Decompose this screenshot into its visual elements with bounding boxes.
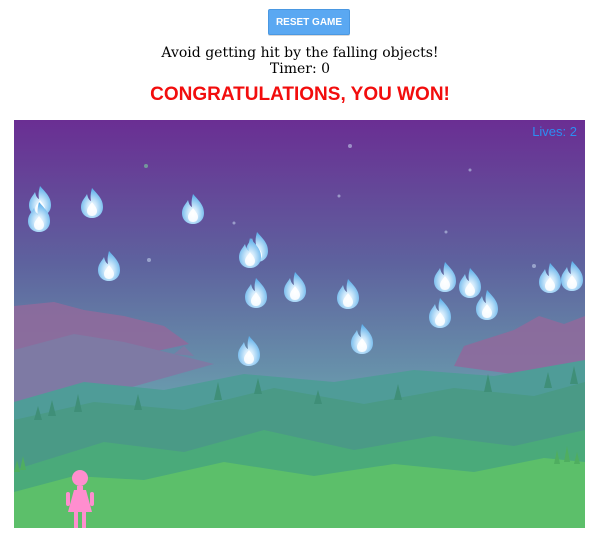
reset-game-button[interactable]: RESET GAME <box>268 9 350 35</box>
timer-text: Timer: 0 <box>269 61 331 77</box>
win-message: CONGRATULATIONS, YOU WON! <box>150 84 450 105</box>
game-scene <box>14 120 585 528</box>
instructions-text: Avoid getting hit by the falling objects… <box>161 45 439 61</box>
game-canvas[interactable]: Lives: 2 <box>14 120 585 528</box>
lives-counter: Lives: 2 <box>532 124 577 139</box>
